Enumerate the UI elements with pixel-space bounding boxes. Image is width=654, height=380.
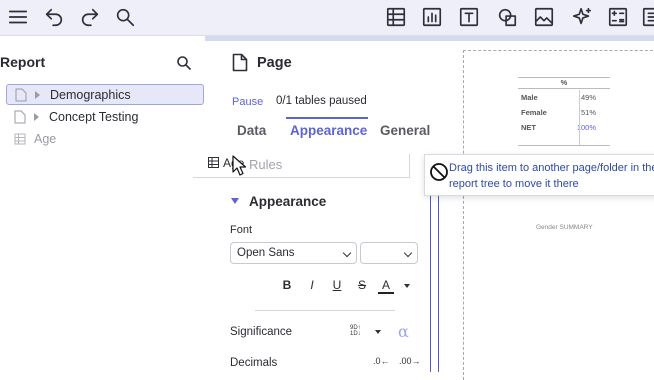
paused-status: 0/1 tables paused [276,95,367,107]
table-icon[interactable] [382,3,410,31]
tree-item-label: Concept Testing [49,109,139,124]
expand-caret-icon[interactable] [35,90,40,99]
image-icon[interactable] [530,3,558,31]
tree-item-age[interactable]: Age [6,128,204,149]
exit-icon[interactable] [638,3,654,31]
strikethrough-button[interactable]: S [354,278,370,294]
row-label: Female [521,108,547,117]
divider [518,145,610,146]
toolbar [0,0,654,36]
search-icon[interactable] [111,3,139,31]
toolbar-accent-bar [205,36,654,41]
text-icon[interactable] [455,3,483,31]
not-allowed-icon [430,163,448,181]
page-icon [15,88,27,101]
tree-search-icon[interactable] [176,55,192,71]
page-icon [232,53,248,72]
table-row: Male 49% [518,93,610,107]
table-icon [208,157,219,168]
underline-button[interactable]: U [329,278,345,294]
tab-data[interactable]: Data [237,123,266,138]
decrease-decimals-button[interactable]: .0← [373,356,390,366]
font-color-dropdown-icon[interactable] [404,284,410,288]
page-title: Page [257,55,292,71]
font-label: Font [230,224,253,236]
report-tree-title: Report [0,54,46,70]
tab-appearance[interactable]: Appearance [290,123,367,138]
rules-section-label[interactable]: Rules [249,157,282,172]
chevron-down-icon [342,248,352,258]
row-label: Male [521,93,538,102]
pause-button[interactable]: Pause [232,96,263,108]
menu-icon[interactable] [4,3,32,31]
tree-item-label: Age [34,131,57,146]
font-family-value: Open Sans [237,247,295,259]
divider [579,90,580,146]
bold-button[interactable]: B [279,278,295,294]
table-header: % [518,77,610,89]
row-value: 51% [580,108,596,117]
row-label: NET [521,123,536,132]
table-row: NET 100% [518,123,610,137]
alpha-icon[interactable]: α [398,322,409,341]
tree-item-concept-testing[interactable]: Concept Testing [6,106,204,127]
table-footer: Gender SUMMARY [536,224,593,231]
page-icon [14,110,26,123]
sparkle-icon[interactable] [568,3,596,31]
significance-label: Significance [230,326,293,338]
collapse-caret-icon[interactable] [231,198,239,204]
divider [255,310,395,311]
tab-general[interactable]: General [380,123,430,138]
font-family-select[interactable]: Open Sans [230,242,357,264]
significance-dropdown-icon[interactable] [375,330,381,334]
significance-icon[interactable]: 9D↑ 1D↓ [350,325,366,337]
calculation-icon[interactable] [604,3,632,31]
font-color-button[interactable]: A [378,278,394,294]
table-icon [14,133,26,144]
tooltip-text: Drag this item to another page/folder in… [449,162,654,190]
shapes-icon[interactable] [493,3,521,31]
active-tab-indicator [286,117,368,119]
appearance-section-heading[interactable]: Appearance [249,194,326,209]
divider [409,154,410,178]
increase-decimals-button[interactable]: .00→ [399,356,421,366]
row-value: 49% [580,93,596,102]
tree-item-demographics[interactable]: Demographics [6,84,204,105]
decimals-label: Decimals [230,357,278,369]
tree-item-label: Demographics [50,87,131,102]
font-size-select[interactable] [360,242,418,264]
undo-icon[interactable] [40,3,68,31]
italic-button[interactable]: I [304,278,320,294]
mouse-cursor-icon [232,155,246,176]
table-row: Female 51% [518,108,610,122]
expand-caret-icon[interactable] [34,112,39,121]
redo-icon[interactable] [76,3,104,31]
chart-icon[interactable] [418,3,446,31]
chevron-down-icon [403,248,413,258]
